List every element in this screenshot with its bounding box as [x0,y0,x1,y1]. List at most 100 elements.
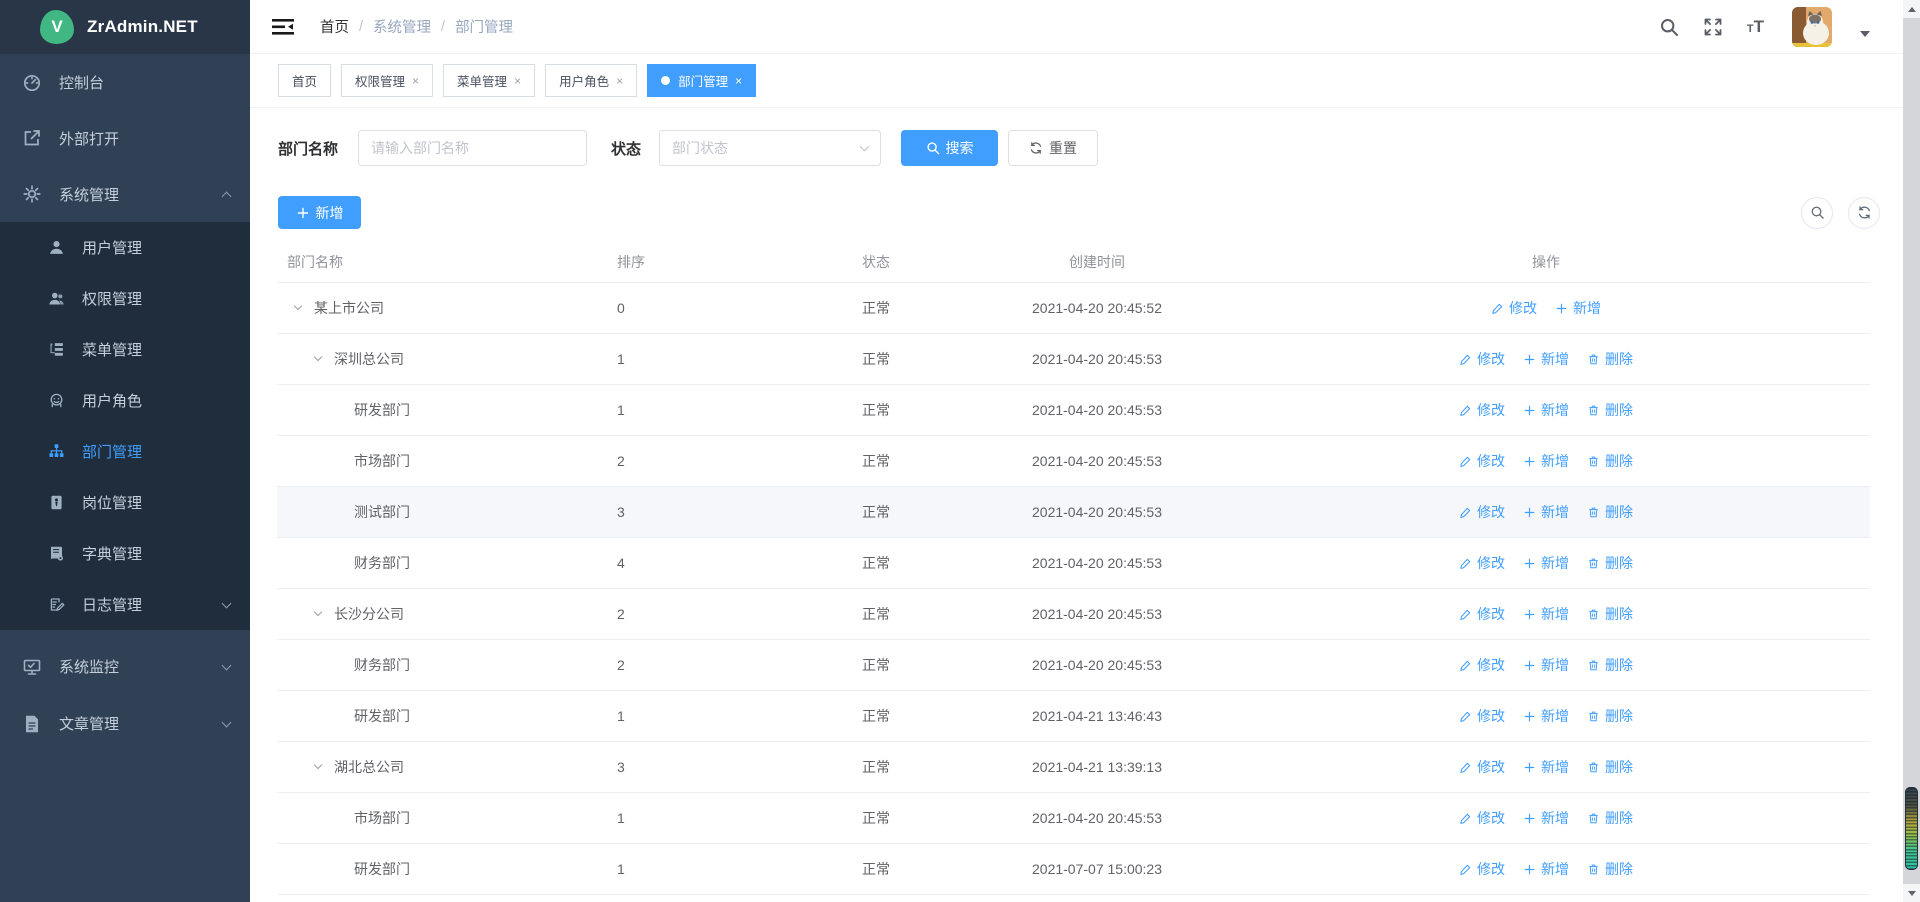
user-menu-caret-icon[interactable] [1860,31,1870,37]
sidebar-item-post-management[interactable]: 岗位管理 [0,477,250,528]
dept-status: 正常 [852,757,972,777]
delete-link[interactable]: 删除 [1587,655,1633,675]
edit-link[interactable]: 修改 [1459,655,1505,675]
status-select[interactable]: 部门状态 [659,130,881,166]
table-refresh-button[interactable] [1848,197,1880,229]
sidebar-item-label: 控制台 [59,72,230,93]
search-icon[interactable] [1659,17,1679,37]
edit-link[interactable]: 修改 [1459,553,1505,573]
search-button[interactable]: 搜索 [901,130,998,166]
plus-icon [1523,761,1536,774]
delete-link[interactable]: 删除 [1587,706,1633,726]
add-child-link[interactable]: 新增 [1523,808,1569,828]
table-search-toggle-button[interactable] [1801,197,1833,229]
expand-chevron-icon[interactable] [294,302,302,310]
pencil-icon [1459,455,1472,468]
delete-link[interactable]: 删除 [1587,400,1633,420]
tab-department-management[interactable]: 部门管理 × [647,64,756,97]
table-row: 某上市公司 0 正常 2021-04-20 20:45:52 修改 新增 [277,283,1870,334]
sidebar-item-dictionary-management[interactable]: 字典管理 [0,528,250,579]
dept-sort: 1 [607,708,852,724]
breadcrumb-separator: / [359,19,363,35]
add-child-link[interactable]: 新增 [1523,451,1569,471]
delete-link[interactable]: 删除 [1587,808,1633,828]
add-child-link[interactable]: 新增 [1523,502,1569,522]
add-child-link[interactable]: 新增 [1523,706,1569,726]
edit-link[interactable]: 修改 [1459,400,1505,420]
page-scrollbar[interactable] [1903,0,1920,902]
expand-chevron-icon[interactable] [314,761,322,769]
tab-permission-management[interactable]: 权限管理 × [341,64,433,97]
add-child-link[interactable]: 新增 [1555,298,1601,318]
pencil-icon [1459,761,1472,774]
tab-menu-management[interactable]: 菜单管理 × [443,64,535,97]
edit-link[interactable]: 修改 [1459,349,1505,369]
sidebar-item-user-role[interactable]: 用户角色 [0,375,250,426]
breadcrumb-home[interactable]: 首页 [320,16,349,37]
sidebar-toggle-icon[interactable] [272,18,294,36]
add-child-link[interactable]: 新增 [1523,757,1569,777]
edit-link[interactable]: 修改 [1459,706,1505,726]
delete-link[interactable]: 删除 [1587,451,1633,471]
reset-button[interactable]: 重置 [1008,130,1098,166]
edit-link[interactable]: 修改 [1491,298,1537,318]
tab-user-role[interactable]: 用户角色 × [545,64,637,97]
edit-link[interactable]: 修改 [1459,757,1505,777]
font-size-icon[interactable]: TT [1747,18,1764,35]
sidebar-item-department-management[interactable]: 部门管理 [0,426,250,477]
scrollbar-up-arrow[interactable] [1903,0,1920,18]
delete-link[interactable]: 删除 [1587,859,1633,879]
delete-link[interactable]: 删除 [1587,757,1633,777]
breadcrumb-system[interactable]: 系统管理 [373,16,431,37]
close-icon[interactable]: × [412,75,419,87]
add-child-link[interactable]: 新增 [1523,349,1569,369]
tab-home[interactable]: 首页 [278,64,331,97]
close-icon[interactable]: × [514,75,521,87]
avatar[interactable] [1792,7,1832,47]
column-header-status: 状态 [852,252,972,272]
close-icon[interactable]: × [735,75,742,87]
delete-link[interactable]: 删除 [1587,604,1633,624]
expand-chevron-icon[interactable] [314,608,322,616]
dept-name-label: 部门名称 [278,138,338,159]
fullscreen-icon[interactable] [1703,17,1723,37]
sidebar-item-dashboard[interactable]: 控制台 [0,54,250,110]
dept-name-input[interactable] [358,130,587,166]
delete-link[interactable]: 删除 [1587,502,1633,522]
dept-sort: 2 [607,606,852,622]
breadcrumb-department: 部门管理 [455,16,513,37]
table-row: 市场部门 1 正常 2021-04-20 20:45:53 修改 新增 删除 [277,793,1870,844]
edit-link[interactable]: 修改 [1459,808,1505,828]
sidebar-bottom-groups: 系统监控 文章管理 [0,638,250,752]
sidebar-item-system-management[interactable]: 系统管理 [0,166,250,222]
edit-link[interactable]: 修改 [1459,604,1505,624]
add-child-link[interactable]: 新增 [1523,604,1569,624]
dept-status: 正常 [852,502,972,522]
pencil-icon [1459,863,1472,876]
delete-link[interactable]: 删除 [1587,553,1633,573]
sidebar-item-log-management[interactable]: 日志管理 [0,579,250,630]
scrollbar-thumb[interactable] [1905,787,1918,870]
scrollbar-down-arrow[interactable] [1903,884,1920,902]
close-icon[interactable]: × [616,75,623,87]
edit-link[interactable]: 修改 [1459,502,1505,522]
sidebar-item-article-management[interactable]: 文章管理 [0,695,250,752]
add-button[interactable]: 新增 [278,196,361,229]
add-child-link[interactable]: 新增 [1523,400,1569,420]
expand-chevron-icon[interactable] [314,353,322,361]
sidebar-item-external-open[interactable]: 外部打开 [0,110,250,166]
add-child-link[interactable]: 新增 [1523,553,1569,573]
table-row: 市场部门 2 正常 2021-04-20 20:45:53 修改 新增 删除 [277,436,1870,487]
edit-link[interactable]: 修改 [1459,451,1505,471]
font-size-small-letter: T [1747,24,1754,35]
search-icon [926,141,940,155]
sidebar-item-menu-management[interactable]: 菜单管理 [0,324,250,375]
add-child-link[interactable]: 新增 [1523,859,1569,879]
edit-link[interactable]: 修改 [1459,859,1505,879]
add-child-link[interactable]: 新增 [1523,655,1569,675]
delete-link[interactable]: 删除 [1587,349,1633,369]
app-logo[interactable]: V ZrAdmin.NET [0,0,250,54]
sidebar-item-user-management[interactable]: 用户管理 [0,222,250,273]
sidebar-item-permission-management[interactable]: 权限管理 [0,273,250,324]
sidebar-item-system-monitor[interactable]: 系统监控 [0,638,250,695]
